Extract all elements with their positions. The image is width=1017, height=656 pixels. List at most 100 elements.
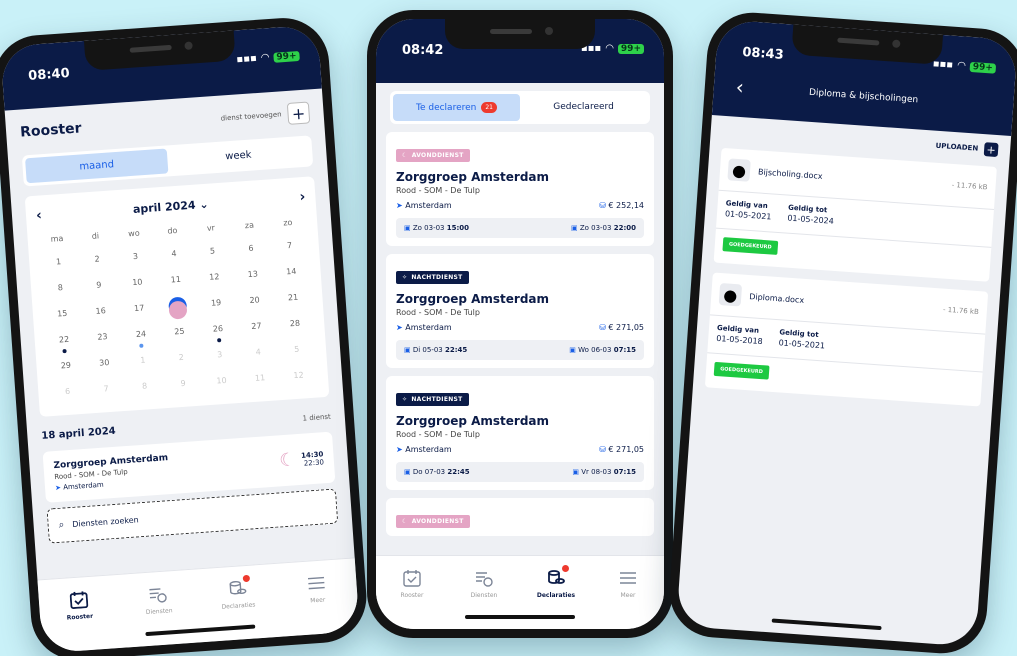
event-dot: [139, 343, 144, 348]
eye-icon[interactable]: ●: [727, 158, 751, 182]
battery-indicator: 99+: [969, 61, 997, 74]
claim-department: Rood - SOM - De Tulp: [396, 430, 480, 439]
next-month-button[interactable]: ›: [299, 189, 306, 205]
calendar-day[interactable]: 2: [161, 348, 201, 369]
calendar-day[interactable]: 25: [160, 322, 200, 343]
toggle-month[interactable]: maand: [25, 148, 169, 184]
document-size: - 11.76 kB: [951, 180, 988, 192]
calendar-day[interactable]: 5: [193, 241, 233, 262]
coins-icon: ⛁: [599, 445, 606, 454]
start-time: 22:45: [445, 346, 468, 354]
start-time: 22:45: [447, 468, 470, 476]
upload-button[interactable]: +: [983, 142, 999, 158]
calendar-day[interactable]: 11: [240, 368, 280, 389]
calendar-day[interactable]: 3: [200, 345, 240, 366]
calendar-day[interactable]: 23: [83, 327, 123, 348]
calendar-day[interactable]: 6: [231, 239, 271, 260]
calendar-day[interactable]: 16: [81, 301, 121, 322]
shift-end: 22:30: [303, 457, 325, 468]
calendar-day[interactable]: 15: [42, 304, 82, 325]
month-selector[interactable]: april 2024 ⌄: [132, 197, 209, 215]
search-icon: ⌕: [58, 519, 65, 531]
calendar-day[interactable]: 29: [46, 356, 86, 377]
phone-declaraties: 08:42 ▪▪▪ ◠ 99+ Te declareren 21 Gedecla…: [367, 10, 673, 638]
tab-rooster[interactable]: Rooster: [387, 568, 437, 629]
calendar-day[interactable]: 9: [163, 374, 203, 395]
calendar-day[interactable]: 8: [125, 376, 165, 397]
tab-declaraties[interactable]: Declaraties: [212, 574, 266, 641]
signal-icon: ▪▪▪: [236, 52, 258, 66]
tab-rooster[interactable]: Rooster: [53, 588, 107, 652]
calendar-day[interactable]: 4: [154, 244, 194, 265]
calendar-day[interactable]: 10: [118, 273, 158, 294]
coins-icon: ⛁: [599, 323, 606, 332]
calendar-day[interactable]: 12: [279, 365, 319, 386]
end-day: Zo 03-03: [579, 224, 612, 232]
calendar-day[interactable]: 9: [79, 275, 119, 296]
star-icon: ✧: [402, 274, 408, 281]
add-shift-label: dienst toevoegen: [220, 110, 282, 123]
calendar-day[interactable]: 21: [273, 288, 313, 309]
calendar-day[interactable]: 2: [77, 249, 117, 270]
calendar-day[interactable]: 11: [156, 270, 196, 291]
calendar-icon: ▣: [404, 346, 411, 354]
add-shift-button[interactable]: +: [286, 101, 311, 125]
weekday-label: wo: [127, 228, 140, 239]
weekday-label: zo: [283, 217, 293, 228]
calendar-day[interactable]: 19: [196, 293, 236, 314]
calendar-day[interactable]: 12: [194, 267, 234, 288]
calendar-day[interactable]: 7: [86, 379, 126, 400]
calendar-day[interactable]: 20: [235, 290, 275, 311]
calendar-day[interactable]: 22: [44, 330, 84, 354]
tab-declaraties[interactable]: Declaraties: [531, 565, 581, 629]
battery-indicator: 99+: [617, 43, 644, 54]
eye-icon[interactable]: ●: [718, 283, 743, 307]
calendar-day[interactable]: 13: [233, 264, 273, 285]
tab-meer[interactable]: Meer: [603, 568, 653, 629]
calendar-day[interactable]: 4: [238, 342, 278, 363]
calendar-day[interactable]: 26: [198, 319, 238, 343]
document-card[interactable]: ● Bijscholing.docx - 11.76 kB Geldig van 0…: [713, 147, 997, 282]
calendar-day[interactable]: 1: [123, 350, 163, 371]
calendar-day[interactable]: 1: [39, 252, 79, 273]
calendar-day[interactable]: 30: [84, 353, 124, 374]
tab-label: Rooster: [400, 592, 424, 599]
calendar-day[interactable]: 18: [158, 296, 198, 320]
calendar-day[interactable]: 8: [41, 278, 81, 299]
claim-city: Amsterdam: [405, 323, 452, 332]
end-time: 07:15: [613, 346, 636, 354]
phone-diploma: 08:43 ▪▪▪ ◠ 99+ ‹ Diploma & bijscholinge…: [666, 9, 1017, 656]
calendar-day[interactable]: 3: [116, 247, 156, 268]
search-placeholder: Diensten zoeken: [71, 515, 140, 529]
end-time: 22:00: [613, 224, 636, 232]
calendar-day[interactable]: 24: [121, 324, 161, 348]
claim-amount: € 271,05: [608, 323, 644, 332]
calendar-day[interactable]: 7: [270, 236, 310, 257]
calendar-day[interactable]: 27: [237, 316, 277, 337]
calendar-day[interactable]: 17: [119, 298, 159, 319]
clock: 08:43: [741, 45, 785, 63]
claim-amount: € 252,14: [608, 201, 644, 210]
month-label: april 2024: [132, 198, 196, 216]
claim-card[interactable]: ☾ AVONDDIENST Zorggroep Amsterdam Rood - …: [386, 132, 654, 246]
calendar-day[interactable]: 14: [271, 262, 311, 283]
calendar-day[interactable]: 5: [277, 340, 317, 361]
claim-card[interactable]: ✧ NACHTDIENST Zorggroep Amsterdam Rood - …: [386, 376, 654, 490]
toggle-week[interactable]: week: [167, 139, 310, 174]
tab-gedeclareerd[interactable]: Gedeclareerd: [520, 94, 647, 121]
menu-icon: [617, 568, 639, 588]
calendar-day[interactable]: 10: [202, 371, 242, 392]
tab-meer[interactable]: Meer: [291, 571, 345, 635]
prev-month-button[interactable]: ‹: [35, 207, 42, 223]
tab-te-declareren[interactable]: Te declareren 21: [393, 94, 520, 121]
tab-diensten[interactable]: Diensten: [132, 582, 186, 646]
upload-label: UPLOADEN: [935, 141, 979, 153]
calendar-day[interactable]: 28: [275, 314, 315, 335]
document-card[interactable]: ● Diploma.docx - 11.76 kB Geldig van 01-05…: [704, 272, 989, 407]
system-icons: ▪▪▪ ◠ 99+: [932, 58, 997, 74]
claim-card[interactable]: ✧ NACHTDIENST Zorggroep Amsterdam Rood - …: [386, 254, 654, 368]
claim-card[interactable]: ☾ AVONDDIENST: [386, 498, 654, 536]
calendar-day[interactable]: 6: [48, 382, 88, 403]
tab-diensten[interactable]: Diensten: [459, 568, 509, 629]
calendar-icon: [401, 568, 423, 588]
